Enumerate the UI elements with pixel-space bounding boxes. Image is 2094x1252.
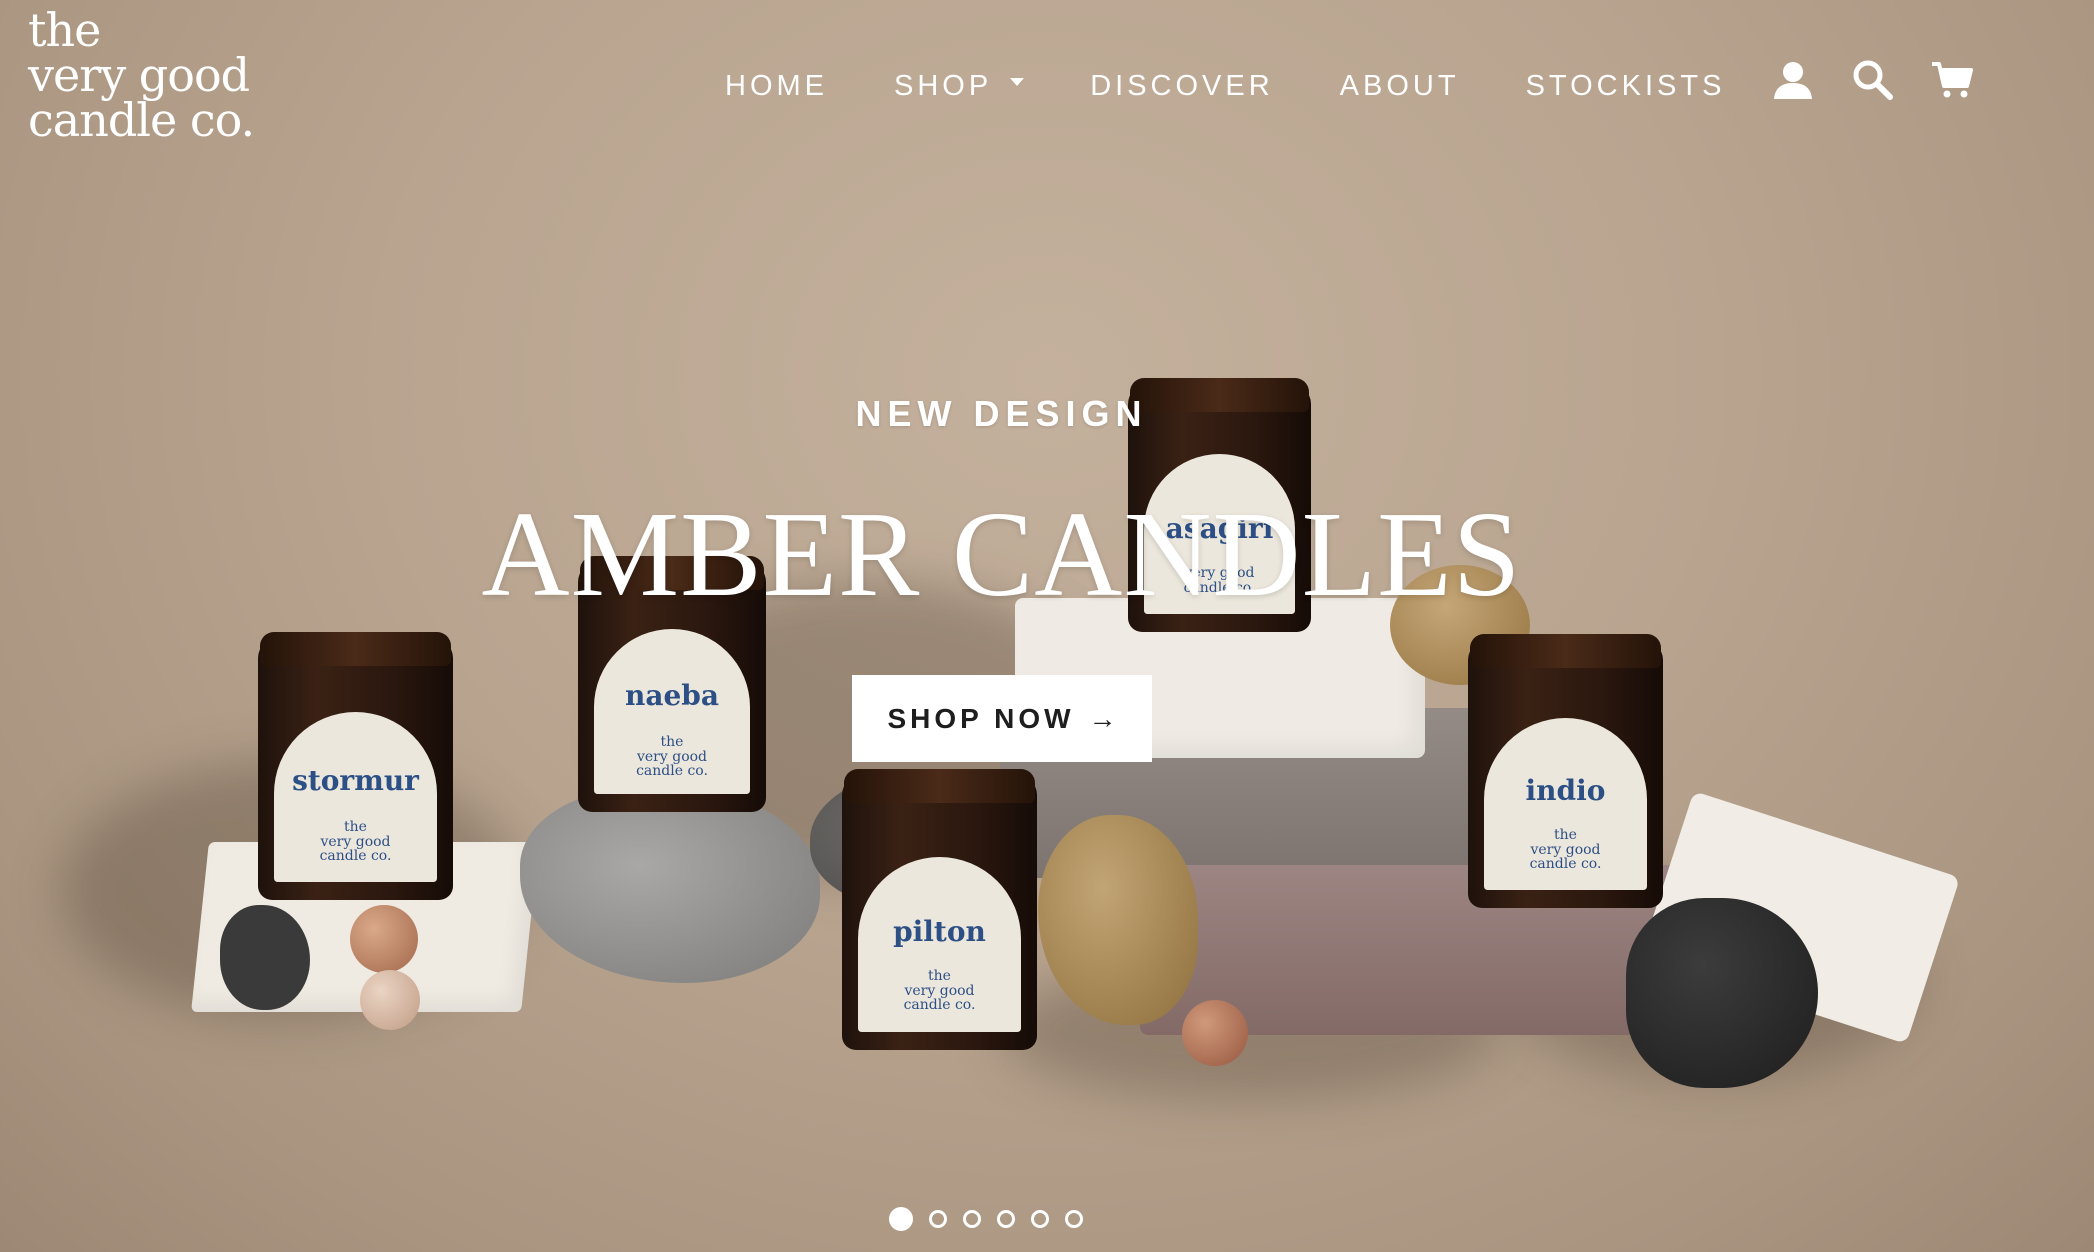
nav-item-label: STOCKISTS [1525,69,1726,102]
hero-headline: AMBER CANDLES [481,487,1522,622]
nav-item-label: DISCOVER [1090,69,1274,102]
logo-line: very good [28,48,250,102]
search-icon[interactable] [1851,58,1895,102]
slide-dot-6[interactable] [1065,1210,1083,1228]
candle-jar-stormur: stormur the very good candle co. [258,632,453,900]
wood-bead [360,970,420,1030]
lava-stone [220,905,310,1010]
dropdown-caret-icon [1010,78,1025,86]
nav-item-label: HOME [725,69,828,102]
nav-item-label: SHOP [894,69,993,102]
shop-now-label: SHOP NOW [887,702,1075,734]
site-logo[interactable]: the very good candle co. [28,3,288,147]
nav-item-label: ABOUT [1339,69,1460,102]
nav-item-shop[interactable]: SHOP [894,69,1025,103]
slideshow-dots [889,1207,1099,1231]
logo-line: the [28,3,101,57]
hero-eyebrow: NEW DESIGN [855,393,1148,434]
slide-dot-3[interactable] [963,1210,981,1228]
wood-bead [350,905,418,973]
slide-dot-2[interactable] [929,1210,947,1228]
wood-bead [1182,1000,1248,1066]
nav-item-about[interactable]: ABOUT [1340,70,1460,103]
slide-dot-1[interactable] [889,1207,913,1231]
slide-dot-4[interactable] [997,1210,1015,1228]
lava-stone [1626,898,1818,1088]
candle-jar-pilton: pilton the very good candle co. [842,769,1037,1050]
hero-slideshow: stormur the very good candle co. naeba the… [0,0,2094,1252]
nav-item-discover[interactable]: DISCOVER [1090,70,1273,103]
nav-item-stockists[interactable]: STOCKISTS [1526,70,1726,103]
grey-rock [520,788,820,983]
slide-dot-5[interactable] [1031,1210,1049,1228]
candle-jar-indio: indio the very good candle co. [1468,634,1663,908]
nav-item-home[interactable]: HOME [725,70,828,103]
logo-line: candle co. [28,93,255,147]
account-icon[interactable] [1771,58,1815,102]
arrow-right-icon: → [1088,702,1117,734]
cart-icon[interactable] [1930,58,1974,102]
main-nav: HOME SHOP DISCOVER ABOUT STOCKISTS [725,64,1791,108]
shop-now-button[interactable]: SHOP NOW → [852,675,1152,762]
